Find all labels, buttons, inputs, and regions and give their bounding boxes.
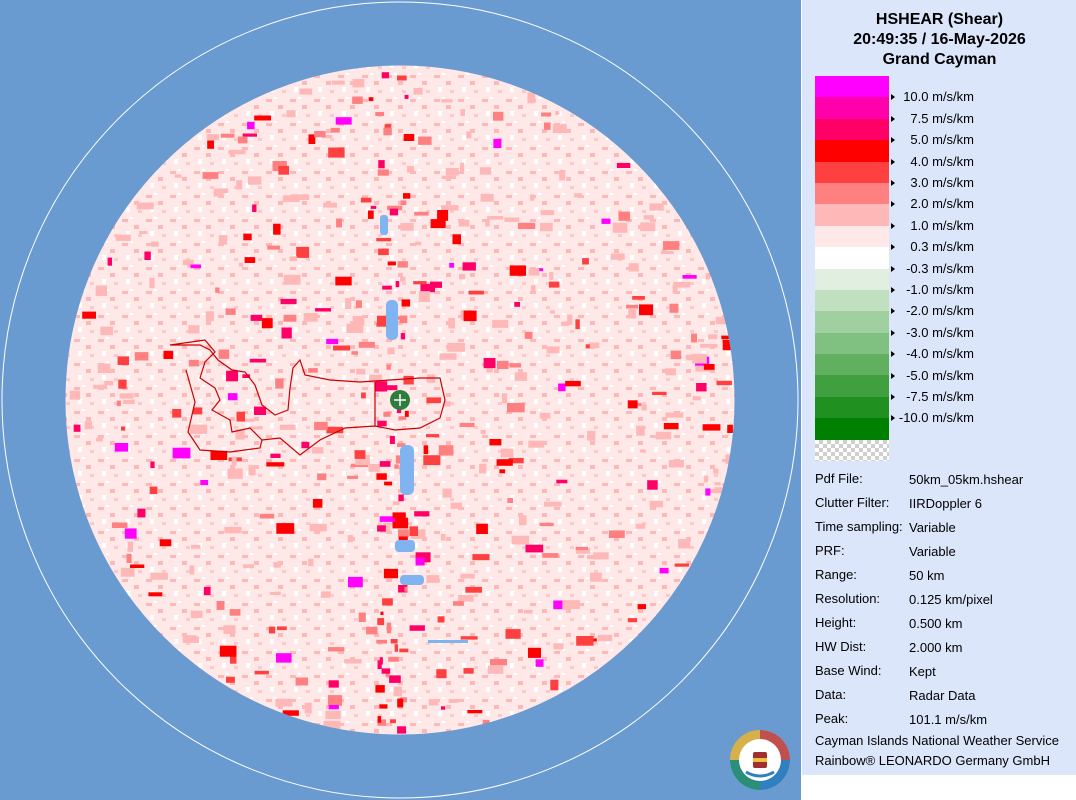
- site-name: Grand Cayman: [882, 51, 997, 68]
- legend-tick-icon: [891, 201, 895, 208]
- info-value: 50km_05km.hshear: [909, 472, 1024, 487]
- legend-label: 5.0 m/s/km: [910, 132, 974, 148]
- info-key: Time sampling:: [815, 519, 903, 534]
- legend-label: 1.0 m/s/km: [910, 217, 974, 233]
- credit-software: Rainbow® LEONARDO Germany GmbH: [815, 753, 1050, 768]
- legend-swatch: [815, 396, 889, 419]
- legend-tick-icon: [891, 137, 895, 144]
- legend-tick-icon: [891, 329, 895, 336]
- info-value: Variable: [909, 520, 956, 535]
- color-legend: [815, 76, 889, 461]
- legend-nodata-swatch: [815, 439, 889, 461]
- legend-tick-icon: [891, 415, 895, 422]
- panel-footer: [801, 775, 1076, 800]
- radar-map[interactable]: [0, 0, 800, 800]
- info-key: HW Dist:: [815, 639, 867, 654]
- info-value: 0.125 km/pixel: [909, 592, 993, 607]
- info-key: Clutter Filter:: [815, 495, 890, 510]
- legend-label: 3.0 m/s/km: [910, 175, 974, 190]
- legend-swatch: [815, 418, 889, 440]
- info-value: 2.000 km: [909, 640, 963, 655]
- legend-label: -0.3 m/s/km: [906, 260, 974, 276]
- info-key: Range:: [815, 567, 857, 582]
- info-key: Base Wind:: [815, 663, 882, 678]
- legend-tick-icon: [891, 265, 895, 272]
- radar-site-icon: [390, 390, 410, 410]
- info-key: Resolution:: [815, 591, 881, 606]
- legend-swatch: [815, 354, 889, 376]
- legend-label: -10.0 m/s/km: [898, 410, 974, 426]
- legend-tick-icon: [891, 287, 895, 293]
- info-key: Height:: [815, 615, 857, 630]
- info-key: Pdf File:: [815, 471, 863, 486]
- legend-swatch: [815, 268, 889, 290]
- product-title: HSHEAR (Shear): [875, 11, 1004, 28]
- info-key: Data:: [815, 687, 847, 702]
- legend-tick-icon: [891, 180, 895, 186]
- legend-swatch: [815, 140, 889, 162]
- legend-tick-icon: [891, 308, 895, 315]
- legend-label: -5.0 m/s/km: [906, 367, 974, 383]
- legend-swatch: [815, 118, 889, 141]
- legend-label: 10.0 m/s/km: [903, 89, 974, 105]
- info-value: 101.1 m/s/km: [909, 712, 988, 727]
- legend-tick-icon: [891, 394, 895, 400]
- info-value: 0.500 km: [909, 616, 963, 631]
- legend-tick-icon: [891, 222, 895, 229]
- legend-label: 7.5 m/s/km: [910, 110, 974, 126]
- legend-label: -1.0 m/s/km: [906, 282, 974, 297]
- legend-label: 2.0 m/s/km: [910, 196, 974, 212]
- legend-swatch: [815, 97, 889, 119]
- info-key: PRF:: [815, 543, 845, 558]
- legend-label: 0.3 m/s/km: [910, 239, 974, 255]
- info-value: 50 km: [909, 568, 945, 583]
- info-value: IIRDoppler 6: [909, 496, 982, 511]
- legend-swatch: [815, 161, 889, 183]
- legend-swatch: [815, 375, 889, 397]
- radar-image: [1, 1, 799, 799]
- legend-swatch: [815, 311, 889, 333]
- legend-swatch: [815, 182, 889, 205]
- legend-label: -4.0 m/s/km: [906, 346, 974, 362]
- info-value: Variable: [909, 544, 956, 559]
- info-panel: HSHEAR (Shear) 20:49:35 / 16-May-2026 Gr…: [801, 0, 1076, 775]
- legend-swatch: [815, 225, 889, 248]
- timestamp: 20:49:35 / 16-May-2026: [853, 31, 1026, 48]
- legend-tick-icon: [891, 372, 895, 379]
- legend-label: -3.0 m/s/km: [906, 324, 974, 340]
- legend-swatch: [815, 289, 889, 312]
- legend-swatch: [815, 76, 889, 98]
- legend-swatch: [815, 204, 889, 226]
- info-key: Peak:: [815, 711, 849, 726]
- legend-tick-icon: [891, 351, 895, 358]
- legend-label: -7.5 m/s/km: [906, 389, 974, 404]
- legend-tick-icon: [891, 244, 895, 251]
- legend-label: -2.0 m/s/km: [906, 303, 974, 319]
- legend-swatch: [815, 247, 889, 269]
- credit-weather-service: Cayman Islands National Weather Service: [815, 733, 1059, 748]
- legend-tick-icon: [891, 94, 895, 101]
- legend-tick-icon: [891, 158, 895, 165]
- info-value: Kept: [909, 664, 936, 679]
- legend-label: 4.0 m/s/km: [910, 153, 974, 169]
- cayman-weather-service-logo: [730, 730, 790, 790]
- legend-swatch: [815, 332, 889, 355]
- info-value: Radar Data: [909, 688, 976, 703]
- legend-tick-icon: [891, 115, 895, 122]
